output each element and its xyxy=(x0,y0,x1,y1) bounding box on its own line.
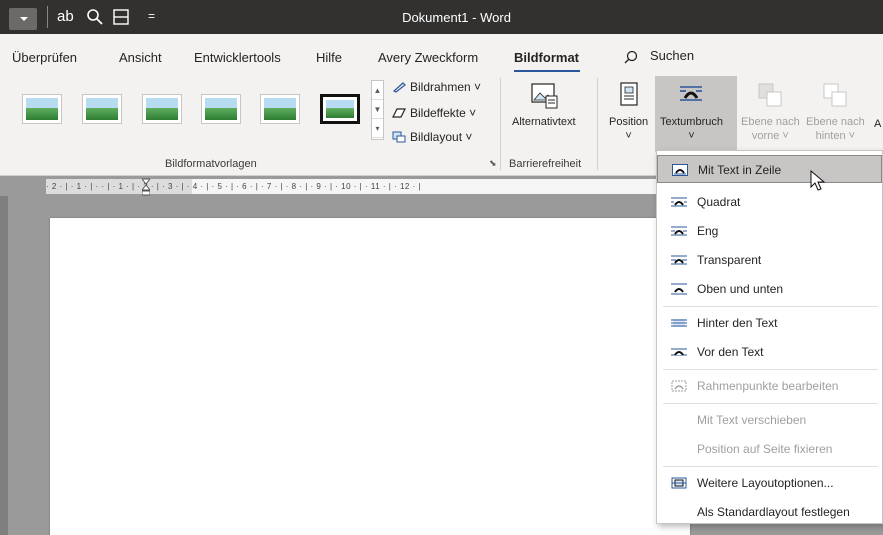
layout-options-icon xyxy=(671,477,687,489)
picture-border-icon xyxy=(392,82,406,93)
position-icon xyxy=(614,80,644,110)
menu-separator xyxy=(663,466,878,467)
text-wrap-button[interactable]: Textumbruch ˅ xyxy=(660,80,723,142)
picture-border-button[interactable]: Bildrahmen ˅ xyxy=(392,80,481,94)
edit-wrap-points-icon xyxy=(671,380,687,392)
menu-item-square[interactable]: Quadrat xyxy=(657,188,882,216)
menu-item-fix-position[interactable]: Position auf Seite fixieren xyxy=(657,435,882,463)
style-thumbnail-3[interactable] xyxy=(142,94,182,124)
style-thumbnail-2[interactable] xyxy=(82,94,122,124)
ribbon-tabs: Überprüfen Ansicht Entwicklertools Hilfe… xyxy=(0,34,883,72)
send-backward-button[interactable]: Ebene nach hinten ˅ xyxy=(806,80,865,142)
gallery-down-icon[interactable]: ▼ xyxy=(372,100,383,119)
style-thumbnail-4[interactable] xyxy=(201,94,241,124)
tab-view[interactable]: Ansicht xyxy=(119,50,162,65)
title-bar: ab = Dokument1 - Word xyxy=(0,0,883,34)
menu-item-behind-text[interactable]: Hinter den Text xyxy=(657,309,882,337)
tab-avery[interactable]: Avery Zweckform xyxy=(378,50,478,65)
picture-layout-button[interactable]: Bildlayout ˅ xyxy=(392,130,472,144)
behind-text-icon xyxy=(671,319,687,327)
menu-item-in-front-text[interactable]: Vor den Text xyxy=(657,338,882,366)
left-margin-strip xyxy=(0,196,8,535)
in-front-text-icon xyxy=(671,348,687,356)
group-separator xyxy=(597,78,598,170)
menu-item-through[interactable]: Transparent xyxy=(657,246,882,274)
picture-effects-icon xyxy=(392,108,406,118)
style-thumbnail-6[interactable] xyxy=(320,94,360,124)
menu-item-tight[interactable]: Eng xyxy=(657,217,882,245)
indent-marker-icon[interactable] xyxy=(142,177,150,197)
menu-separator xyxy=(663,306,878,307)
group-label-styles: Bildformatvorlagen xyxy=(165,158,257,170)
bring-forward-icon xyxy=(755,80,785,110)
alt-text-button[interactable]: Alternativtext xyxy=(512,80,576,128)
menu-separator xyxy=(663,369,878,370)
text-wrap-dropdown-icon: ˅ xyxy=(688,130,695,142)
tab-review[interactable]: Überprüfen xyxy=(12,50,77,65)
top-bottom-wrap-icon xyxy=(671,283,687,295)
styles-dialog-launcher-icon[interactable]: ⬊ xyxy=(489,158,497,169)
position-dropdown-icon: ˅ xyxy=(625,130,632,142)
ruler-ticks: · 2 · | · 1 · | · · | · 1 · | · 2 · | · … xyxy=(46,182,422,191)
gallery-up-icon[interactable]: ▲ xyxy=(372,81,383,100)
tell-me-icon xyxy=(624,50,638,64)
tell-me-search[interactable]: Suchen xyxy=(650,48,694,63)
styles-gallery-scroll[interactable]: ▲ ▼ ▾ xyxy=(371,80,384,140)
position-button[interactable]: Position ˅ xyxy=(609,80,648,142)
window-title: Dokument1 - Word xyxy=(402,10,511,25)
alt-text-icon xyxy=(529,80,559,110)
bring-forward-button[interactable]: Ebene nach vorne ˅ xyxy=(741,80,800,142)
tab-picture-format[interactable]: Bildformat xyxy=(514,50,579,65)
picture-layout-icon xyxy=(392,131,406,143)
send-backward-icon xyxy=(820,80,850,110)
text-wrap-icon xyxy=(676,80,706,110)
menu-item-top-bottom[interactable]: Oben und unten xyxy=(657,275,882,303)
style-thumbnail-5[interactable] xyxy=(260,94,300,124)
tab-help[interactable]: Hilfe xyxy=(316,50,342,65)
menu-item-set-default-layout[interactable]: Als Standardlayout festlegen xyxy=(657,498,882,526)
through-wrap-icon xyxy=(671,255,687,265)
square-wrap-icon xyxy=(671,197,687,207)
group-separator xyxy=(500,78,501,170)
tight-wrap-icon xyxy=(671,226,687,236)
picture-effects-button[interactable]: Bildeffekte ˅ xyxy=(392,106,476,120)
document-page[interactable] xyxy=(50,218,690,535)
tab-developer[interactable]: Entwicklertools xyxy=(194,50,281,65)
menu-item-move-with-text[interactable]: Mit Text verschieben xyxy=(657,406,882,434)
menu-item-inline[interactable]: Mit Text in Zeile xyxy=(657,155,882,191)
style-thumbnail-1[interactable] xyxy=(22,94,62,124)
group-label-accessibility: Barrierefreiheit xyxy=(509,158,582,170)
text-wrap-menu: Mit Text in Zeile Quadrat Eng Transparen… xyxy=(656,150,883,524)
inline-wrap-icon xyxy=(672,164,688,176)
menu-item-more-layout-options[interactable]: Weitere Layoutoptionen... xyxy=(657,469,882,497)
menu-separator xyxy=(663,403,878,404)
menu-item-edit-wrap-points[interactable]: Rahmenpunkte bearbeiten xyxy=(657,372,882,400)
ribbon-cut-label[interactable]: A xyxy=(874,118,881,130)
gallery-more-icon[interactable]: ▾ xyxy=(372,119,383,138)
